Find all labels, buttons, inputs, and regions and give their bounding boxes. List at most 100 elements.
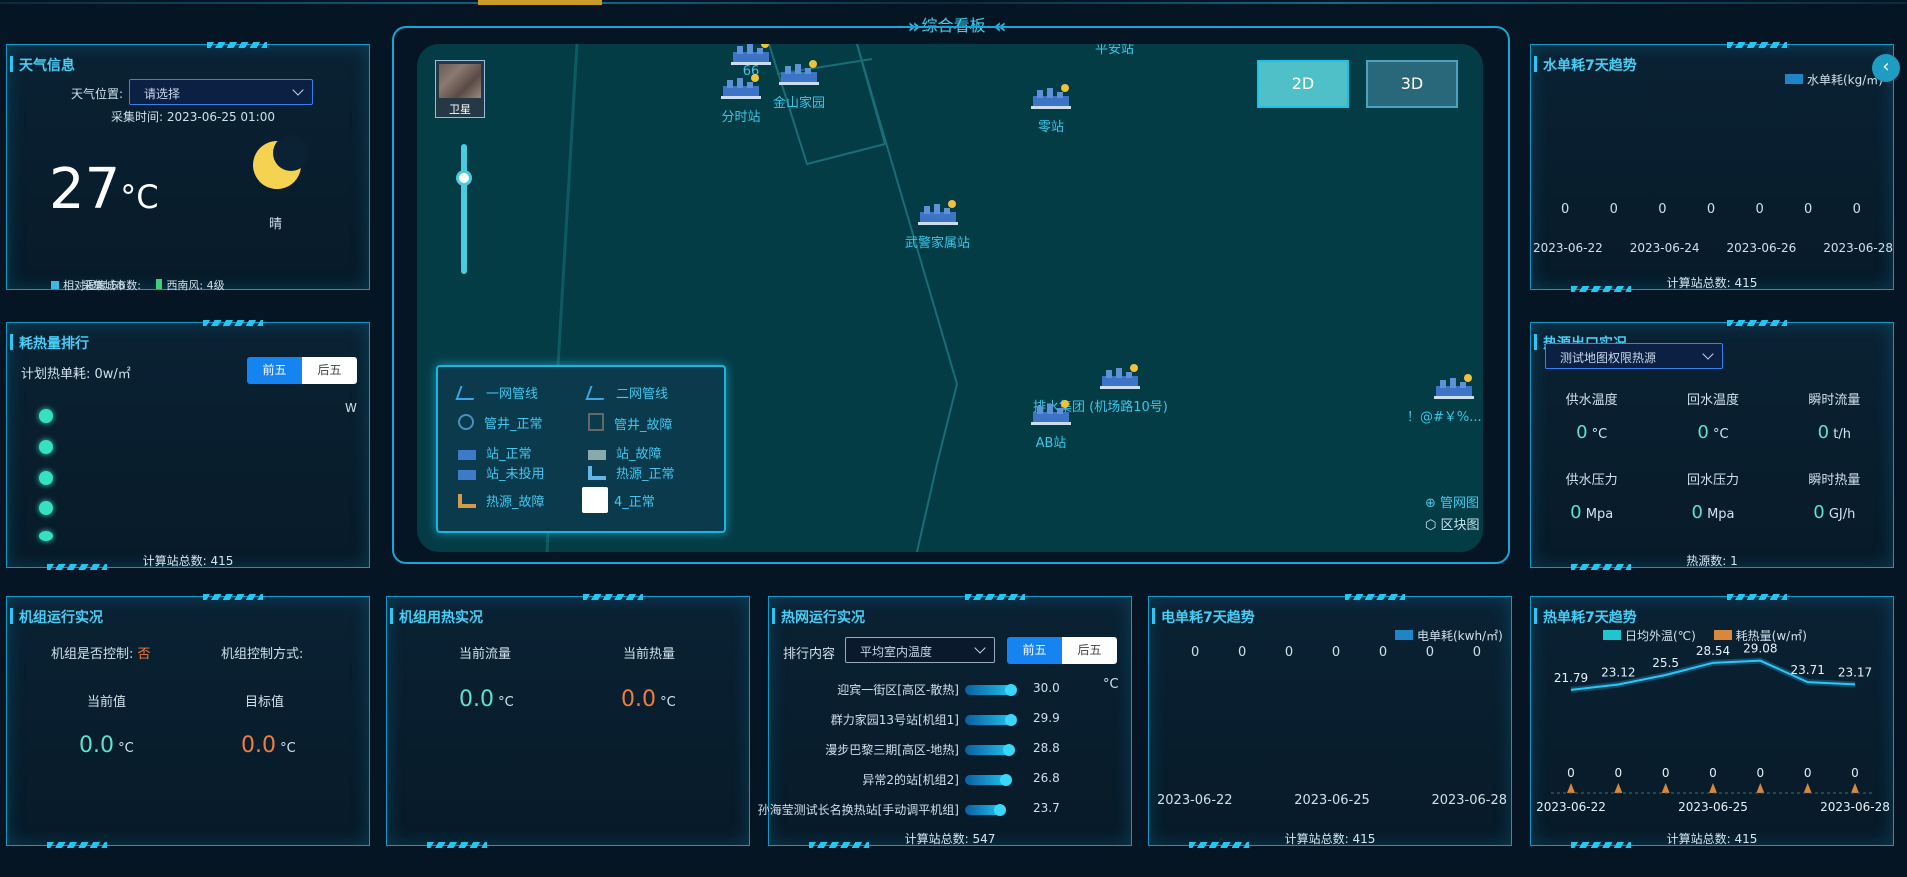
heat-marker xyxy=(1614,783,1623,793)
rank-row-bar xyxy=(965,744,1015,756)
heat-marker xyxy=(1661,783,1670,793)
zoom-slider[interactable] xyxy=(456,144,472,274)
rank-row-name: 漫步巴黎三期[高区-地热] xyxy=(825,743,959,757)
source-fault-icon xyxy=(458,494,476,508)
unit: °C xyxy=(280,741,296,756)
unit-run-panel: 机组运行实况 机组是否控制: 否 机组控制方式: 当前值 目标值 0.0 °C … xyxy=(6,594,370,848)
collapse-button[interactable]: ‹ xyxy=(1872,54,1900,82)
metric-value: 0 xyxy=(1576,422,1588,443)
source-select[interactable]: 测试地图权限热源 xyxy=(1545,343,1723,369)
zoom-handle[interactable] xyxy=(456,170,472,186)
chart-value: 0 xyxy=(1191,645,1200,660)
station-label: 分时站 xyxy=(721,110,761,125)
target-label: 目标值 xyxy=(245,695,285,710)
control-row: 机组是否控制: 否 xyxy=(51,643,151,662)
wind-text: 西南风: 4级 xyxy=(166,279,225,292)
view-3d-button[interactable]: 3D xyxy=(1366,60,1458,108)
station-icon xyxy=(916,198,960,228)
rank-row-value: 28.8 xyxy=(1033,741,1060,755)
x-tick: 2023-06-28 xyxy=(1431,793,1507,808)
x-tick: 2023-06-28 xyxy=(1820,800,1890,814)
station-fenshi[interactable]: 分时站 xyxy=(719,72,763,125)
metric: 瞬时热量 0 GJ/h xyxy=(1808,469,1860,523)
legend-item: 站_未投用 xyxy=(458,463,545,482)
station-wujing[interactable]: 武警家属站 xyxy=(905,198,970,251)
temp-data-label: 23.17 xyxy=(1838,665,1872,679)
satellite-thumbnail xyxy=(439,64,481,98)
x-tick: 2023-06-25 xyxy=(1678,800,1748,814)
metric-label: 回水压力 xyxy=(1686,473,1739,488)
station-label: 平安站 xyxy=(1095,44,1135,57)
location-select[interactable]: 请选择 xyxy=(129,79,313,105)
location-label: 天气位置: xyxy=(71,87,124,101)
metric-label: 供水压力 xyxy=(1565,473,1618,488)
rank-label: 排行内容 xyxy=(783,647,836,662)
chart-value: 0 xyxy=(1378,645,1388,660)
rank-dot xyxy=(39,409,53,423)
metric-value: 0 xyxy=(1570,502,1582,523)
station-special[interactable]: ！@#￥%... xyxy=(1407,372,1482,425)
heat-marker xyxy=(1851,783,1859,793)
station-pingan[interactable]: 平安站 xyxy=(1095,44,1134,57)
current-label: 当前值 xyxy=(87,695,127,710)
value: 0.0 xyxy=(621,687,656,712)
front-five-button[interactable]: 前五 xyxy=(247,357,302,384)
temp-data-label: 23.71 xyxy=(1790,663,1824,677)
rank-select[interactable]: 平均室内温度 xyxy=(845,637,995,663)
decor-stripes xyxy=(203,320,263,326)
rank-row-name: 群力家园13号站[机组1] xyxy=(830,713,959,727)
tool-label: 区块图 xyxy=(1440,518,1480,533)
heat-label: 当前热量 xyxy=(623,647,676,662)
legend-item: 二网管线 xyxy=(585,383,668,402)
station-icon xyxy=(777,58,821,88)
plan-label: 计划热单耗: 0w/㎡ xyxy=(21,367,131,382)
rank-row-bar xyxy=(965,774,1012,786)
panel-footer: 计算站总数: 547 xyxy=(904,832,996,846)
heat-marker xyxy=(1567,783,1575,793)
control-value: 否 xyxy=(137,647,151,662)
front-five-button[interactable]: 前五 xyxy=(1007,637,1062,664)
rank-select-value: 平均室内温度 xyxy=(860,645,933,659)
value: 0.0 xyxy=(459,687,494,712)
unit: °C xyxy=(660,695,676,710)
satellite-toggle[interactable]: 卫星 xyxy=(435,60,485,118)
decor-stripes xyxy=(207,42,267,48)
back-five-button[interactable]: 后五 xyxy=(1062,637,1117,664)
legend-item: 管井_故障 xyxy=(588,413,673,433)
decor-stripes xyxy=(583,594,643,600)
mode-label: 机组控制方式: xyxy=(221,647,304,662)
source-select-value: 测试地图权限热源 xyxy=(1560,351,1657,365)
temperature: 27°C xyxy=(49,157,159,222)
wind-icon xyxy=(156,279,163,289)
panel-title: 电单耗7天趋势 xyxy=(1152,607,1255,627)
humidity-icon xyxy=(51,281,59,289)
pipe-network-toggle[interactable]: ⊕ 管网图 xyxy=(1425,492,1479,511)
view-2d-button[interactable]: 2D xyxy=(1257,60,1349,108)
rank-dot xyxy=(39,471,53,485)
back-five-button[interactable]: 后五 xyxy=(302,357,357,384)
chart-value: 0 xyxy=(1706,202,1716,217)
value: 0.0 xyxy=(79,733,114,758)
tool-label: 管网图 xyxy=(1440,496,1480,511)
station-icon xyxy=(1432,372,1476,402)
metric-unit: °C xyxy=(1713,427,1729,442)
panel-title: 耗热量排行 xyxy=(10,333,89,353)
header-accent xyxy=(478,0,602,5)
decor-stripes xyxy=(47,842,107,848)
station-ling[interactable]: 零站 xyxy=(1029,82,1073,135)
heat-data-label: 0 xyxy=(1804,766,1812,780)
x-tick: 2023-06-22 xyxy=(1533,241,1603,255)
chart-value: 0 xyxy=(1472,645,1481,660)
area-map-toggle[interactable]: ⬡ 区块图 xyxy=(1425,514,1480,533)
metric-label: 瞬时流量 xyxy=(1808,393,1861,408)
station-jinshan[interactable]: 金山家园 xyxy=(773,58,825,111)
station-ab[interactable]: AB站 xyxy=(1029,398,1073,451)
rank-row-value: 30.0 xyxy=(1033,681,1060,695)
metric-unit: GJ/h xyxy=(1828,507,1856,522)
panel-title: 热单耗7天趋势 xyxy=(1534,607,1637,627)
legend-item: 热源_故障 xyxy=(458,491,545,510)
station-label: 金山家园 xyxy=(773,96,826,111)
metric-value: 0 xyxy=(1813,502,1825,523)
metric-unit: Mpa xyxy=(1585,507,1614,522)
metric: 回水压力 0 Mpa xyxy=(1687,469,1739,523)
